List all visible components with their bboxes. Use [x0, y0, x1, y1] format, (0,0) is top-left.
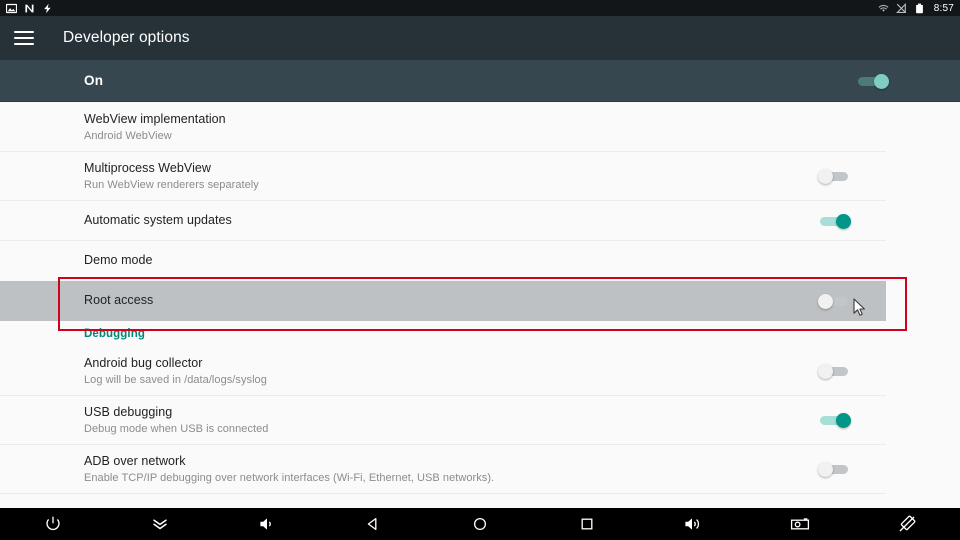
volume-up-button[interactable]: [640, 508, 747, 540]
row-texts: Multiprocess WebView Run WebView rendere…: [84, 161, 259, 192]
row-control: [818, 361, 886, 381]
image-icon: [6, 3, 17, 14]
row-title: Automatic system updates: [84, 213, 232, 227]
volume-down-button[interactable]: [213, 508, 320, 540]
row-title: WebView implementation: [84, 111, 226, 126]
row-texts: Android bug collector Log will be saved …: [84, 356, 267, 387]
switch-thumb: [818, 364, 833, 379]
usb-charging-icon: [42, 3, 53, 14]
back-triangle-icon: [364, 515, 382, 533]
switch-thumb: [836, 413, 851, 428]
recents-button[interactable]: [533, 508, 640, 540]
automatic-system-updates-toggle[interactable]: [818, 211, 852, 231]
row-title: Demo mode: [84, 253, 153, 267]
row-control: [818, 410, 886, 430]
row-texts: WebView implementation Android WebView: [84, 112, 226, 143]
screenshot-button[interactable]: [747, 508, 854, 540]
row-texts: Demo mode: [84, 253, 153, 268]
navigation-bar: [0, 508, 960, 540]
collapse-button[interactable]: [107, 508, 214, 540]
setting-row-android-bug-collector[interactable]: Android bug collector Log will be saved …: [0, 347, 886, 396]
home-circle-icon: [471, 515, 489, 533]
power-button[interactable]: [0, 508, 107, 540]
switch-thumb: [818, 293, 833, 309]
switch-thumb: [818, 462, 833, 477]
row-subtitle: Enable TCP/IP debugging over network int…: [84, 471, 495, 484]
status-bar-left-icons: [6, 3, 53, 14]
nfc-icon: [24, 3, 35, 14]
setting-row-root-access[interactable]: Root access: [0, 281, 886, 321]
setting-row-demo-mode[interactable]: Demo mode: [0, 241, 886, 281]
row-control: [818, 291, 886, 311]
row-texts: Automatic system updates: [84, 213, 232, 228]
row-subtitle: Debug mode when USB is connected: [84, 422, 269, 435]
master-switch-toggle[interactable]: [856, 71, 890, 91]
back-button[interactable]: [320, 508, 427, 540]
battery-icon: [914, 3, 925, 14]
row-title: Root access: [84, 293, 154, 307]
screen-rotate-icon: [897, 514, 917, 534]
android-settings-screen: 8:57 Developer options On WebView implem…: [0, 0, 960, 540]
row-title: ADB over network: [84, 453, 186, 468]
row-title: Multiprocess WebView: [84, 160, 211, 175]
usb-debugging-toggle[interactable]: [818, 410, 852, 430]
row-texts: Root access: [84, 293, 153, 308]
status-bar-right-icons: 8:57: [878, 3, 954, 14]
multiprocess-webview-toggle[interactable]: [818, 166, 852, 186]
android-bug-collector-toggle[interactable]: [818, 361, 852, 381]
settings-list: WebView implementation Android WebView M…: [0, 103, 886, 494]
adb-over-network-toggle[interactable]: [818, 459, 852, 479]
setting-row-usb-debugging[interactable]: USB debugging Debug mode when USB is con…: [0, 396, 886, 445]
hamburger-menu-icon[interactable]: [14, 31, 34, 45]
power-icon: [44, 515, 62, 533]
cast-icon: [878, 3, 889, 14]
setting-row-multiprocess-webview[interactable]: Multiprocess WebView Run WebView rendere…: [0, 152, 886, 201]
setting-row-webview-implementation[interactable]: WebView implementation Android WebView: [0, 103, 886, 152]
settings-content: WebView implementation Android WebView M…: [0, 103, 960, 508]
recents-square-icon: [578, 515, 596, 533]
section-header-debugging: Debugging: [84, 328, 145, 340]
camera-icon: [789, 515, 811, 533]
switch-thumb: [818, 169, 833, 184]
row-subtitle: Android WebView: [84, 129, 172, 142]
status-bar: 8:57: [0, 0, 960, 16]
volume-down-icon: [257, 515, 277, 533]
double-chevron-down-icon: [150, 515, 170, 533]
row-title: Android bug collector: [84, 355, 203, 370]
rotate-button[interactable]: [853, 508, 960, 540]
app-bar: Developer options: [0, 16, 960, 60]
row-title: USB debugging: [84, 404, 173, 419]
switch-thumb: [874, 73, 889, 89]
setting-row-adb-over-network[interactable]: ADB over network Enable TCP/IP debugging…: [0, 445, 886, 494]
row-control: [818, 166, 886, 186]
row-control: [818, 459, 886, 479]
row-control: [818, 211, 886, 231]
home-button[interactable]: [427, 508, 534, 540]
setting-row-automatic-system-updates[interactable]: Automatic system updates: [0, 201, 886, 241]
master-switch-label: On: [84, 73, 104, 88]
row-texts: USB debugging Debug mode when USB is con…: [84, 405, 268, 436]
switch-thumb: [836, 213, 851, 229]
root-access-toggle[interactable]: [818, 291, 852, 311]
row-subtitle: Run WebView renderers separately: [84, 178, 259, 191]
page-title: Developer options: [63, 29, 190, 46]
row-texts: ADB over network Enable TCP/IP debugging…: [84, 454, 494, 485]
row-subtitle: Log will be saved in /data/logs/syslog: [84, 373, 267, 386]
volume-up-icon: [682, 515, 704, 533]
no-signal-icon: [895, 2, 907, 14]
status-bar-clock: 8:57: [933, 2, 954, 14]
developer-options-master-row[interactable]: On: [0, 60, 960, 102]
